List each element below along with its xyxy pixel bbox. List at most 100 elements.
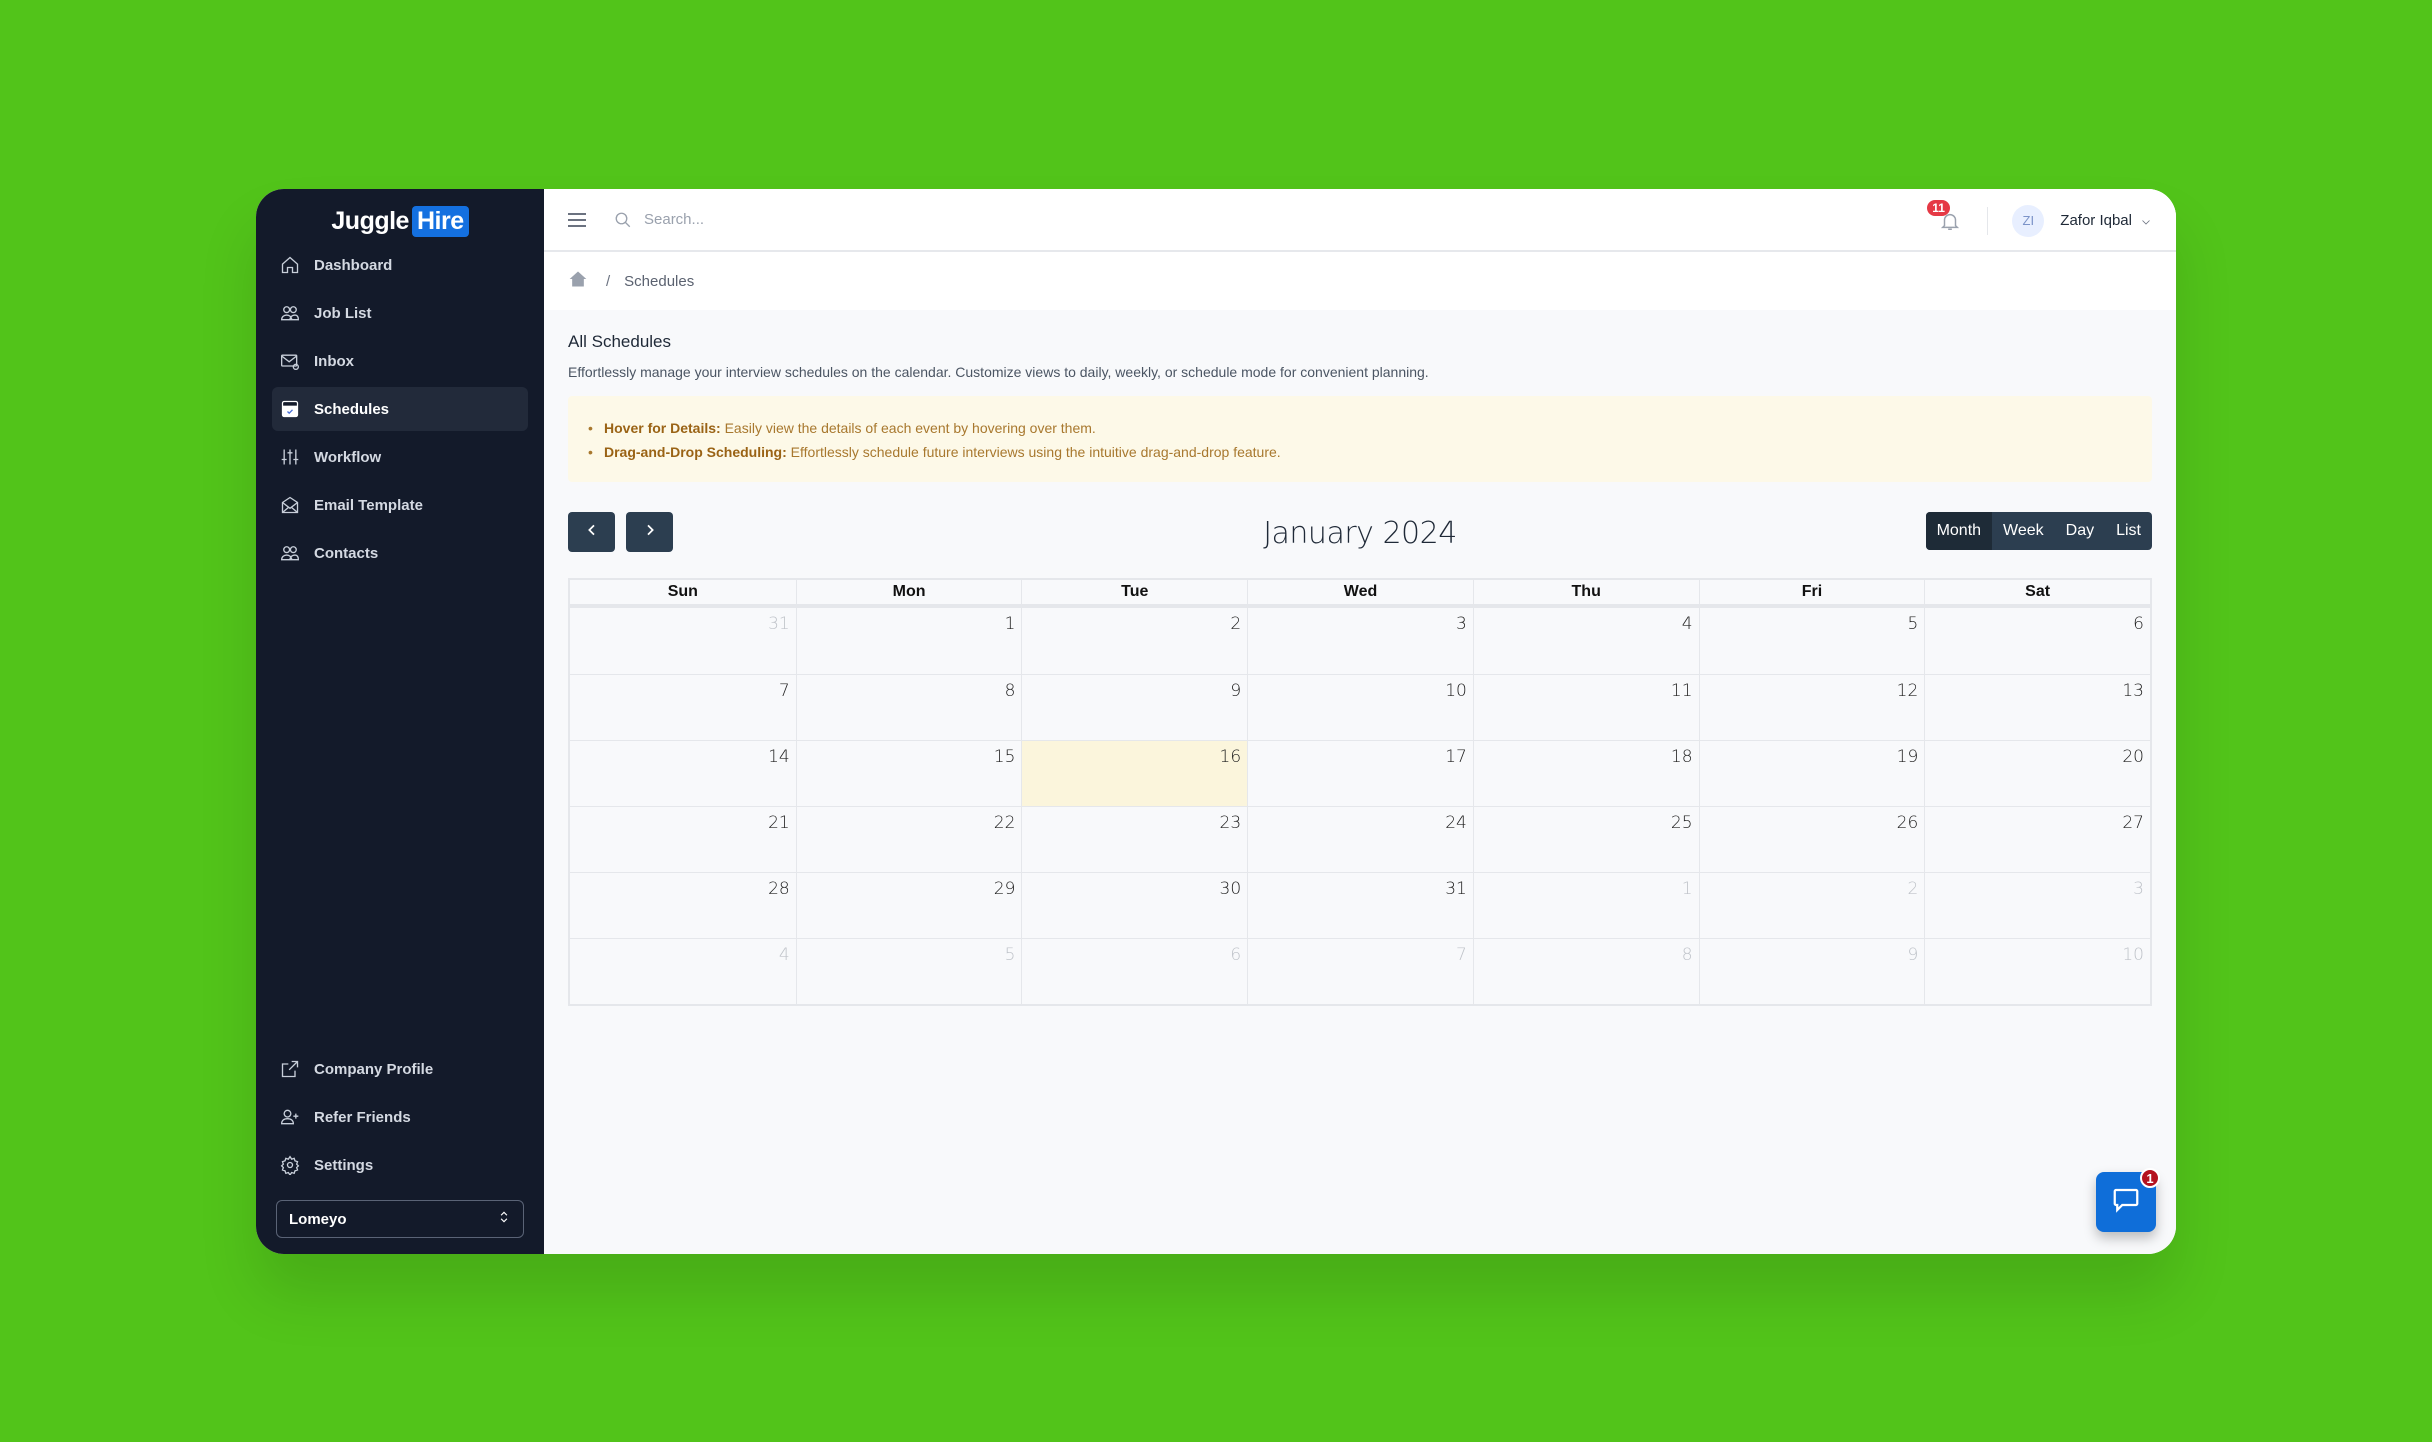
sidebar-item-label: Inbox xyxy=(314,352,354,370)
calendar-day[interactable]: 12 xyxy=(1698,674,1925,740)
calendar-day[interactable]: 6 xyxy=(1924,608,2150,674)
day-number: 8 xyxy=(1004,681,1016,701)
calendar-day[interactable]: 8 xyxy=(795,674,1022,740)
calendar-day[interactable]: 17 xyxy=(1247,740,1473,806)
calendar-day[interactable]: 4 xyxy=(1472,608,1699,674)
day-number: 2 xyxy=(1907,879,1919,899)
user-menu[interactable]: ZI Zafor Iqbal xyxy=(2012,204,2152,237)
mail-open-icon xyxy=(280,495,300,515)
sidebar-nav: Dashboard Job List Inbox Schedules Workf… xyxy=(272,243,528,579)
day-number: 6 xyxy=(1230,945,1242,965)
day-number: 7 xyxy=(1456,945,1467,965)
view-month-button[interactable]: Month xyxy=(1925,512,1993,550)
calendar-day[interactable]: 30 xyxy=(1021,872,1248,938)
weekday-label: Mon xyxy=(795,580,1022,604)
chat-button[interactable]: 1 xyxy=(2096,1168,2160,1232)
tip-title: Drag-and-Drop Scheduling: xyxy=(604,444,787,460)
calendar-day[interactable]: 26 xyxy=(1698,806,1925,872)
calendar-day[interactable]: 11 xyxy=(1472,674,1699,740)
calendar-day[interactable]: 14 xyxy=(570,740,796,806)
day-number: 22 xyxy=(993,813,1016,833)
logo-text: Juggle xyxy=(331,207,409,235)
sidebar-item-company-profile[interactable]: Company Profile xyxy=(272,1047,528,1091)
calendar-day[interactable]: 31 xyxy=(1247,872,1473,938)
calendar-day[interactable]: 13 xyxy=(1924,674,2150,740)
calendar-day-today[interactable]: 16 xyxy=(1021,740,1248,806)
tip-item: Drag-and-Drop Scheduling: Effortlessly s… xyxy=(588,440,2128,464)
calendar-day[interactable]: 31 xyxy=(570,608,796,674)
sidebar-item-settings[interactable]: Settings xyxy=(272,1143,528,1187)
calendar-day[interactable]: 9 xyxy=(1698,938,1925,1004)
sidebar-item-schedules[interactable]: Schedules xyxy=(272,387,528,431)
day-number: 8 xyxy=(1681,945,1693,965)
calendar-day[interactable]: 5 xyxy=(1698,608,1925,674)
calendar-day[interactable]: 23 xyxy=(1021,806,1248,872)
calendar-day[interactable]: 1 xyxy=(1472,872,1699,938)
view-list-button[interactable]: List xyxy=(2105,512,2152,550)
view-day-button[interactable]: Day xyxy=(2055,512,2105,550)
month-calendar: Sun Mon Tue Wed Thu Fri Sat 31 1 2 3 4 5 6 7 8 9 10 11 12 1… xyxy=(568,578,2152,1006)
sidebar-item-label: Job List xyxy=(314,304,372,322)
calendar-toolbar: January 2024 Month Week Day List xyxy=(568,512,2152,552)
page-title: All Schedules xyxy=(568,332,672,351)
calendar-day[interactable]: 3 xyxy=(1924,872,2150,938)
calendar-day[interactable]: 3 xyxy=(1247,608,1473,674)
sidebar-item-job-list[interactable]: Job List xyxy=(272,291,528,335)
sidebar-item-label: Settings xyxy=(314,1156,374,1174)
day-number: 26 xyxy=(1896,813,1919,833)
tip-item: Hover for Details: Easily view the detai… xyxy=(588,416,2128,440)
logo[interactable]: Juggle Hire xyxy=(256,206,544,237)
day-number: 31 xyxy=(768,614,790,634)
sidebar-item-contacts[interactable]: Contacts xyxy=(272,531,528,575)
calendar-day[interactable]: 24 xyxy=(1247,806,1473,872)
day-number: 9 xyxy=(1907,945,1919,965)
calendar-day[interactable]: 25 xyxy=(1472,806,1699,872)
calendar-day[interactable]: 15 xyxy=(795,740,1022,806)
sidebar-item-refer-friends[interactable]: Refer Friends xyxy=(272,1095,528,1139)
sidebar-item-label: Refer Friends xyxy=(314,1108,411,1126)
calendar-day[interactable]: 20 xyxy=(1924,740,2150,806)
sidebar: Juggle Hire Dashboard Job List Inbox Sch… xyxy=(256,189,544,1254)
sidebar-item-dashboard[interactable]: Dashboard xyxy=(272,243,528,287)
weekday-label: Sun xyxy=(667,583,698,600)
calendar-day[interactable]: 21 xyxy=(570,806,796,872)
calendar-day[interactable]: 7 xyxy=(570,674,796,740)
calendar-title: January 2024 xyxy=(1263,516,1457,551)
sidebar-item-workflow[interactable]: Workflow xyxy=(272,435,528,479)
calendar-day[interactable]: 10 xyxy=(1924,938,2150,1004)
chat-bubble-icon xyxy=(2111,1185,2141,1220)
weekday-label: Tue xyxy=(1021,580,1247,604)
sidebar-item-label: Contacts xyxy=(314,544,379,562)
calendar-day[interactable]: 29 xyxy=(795,872,1022,938)
calendar-day[interactable]: 2 xyxy=(1021,608,1247,674)
calendar-day[interactable]: 27 xyxy=(1924,806,2150,872)
calendar-day[interactable]: 28 xyxy=(570,872,796,938)
calendar-day[interactable]: 6 xyxy=(1021,938,1248,1004)
calendar-day[interactable]: 2 xyxy=(1698,872,1925,938)
calendar-day[interactable]: 9 xyxy=(1021,674,1248,740)
weekday-header: Sun Mon Tue Wed Thu Fri Sat xyxy=(570,580,2150,608)
search-input[interactable] xyxy=(644,211,1044,228)
calendar-day[interactable]: 7 xyxy=(1247,938,1473,1004)
sidebar-item-label: Workflow xyxy=(314,448,382,466)
calendar-day[interactable]: 22 xyxy=(795,806,1022,872)
calendar-day[interactable]: 8 xyxy=(1472,938,1699,1004)
calendar-day[interactable]: 5 xyxy=(795,938,1022,1004)
day-number: 16 xyxy=(1219,747,1242,767)
sidebar-bottom-nav: Company Profile Refer Friends Settings xyxy=(272,1047,528,1191)
menu-toggle-icon[interactable] xyxy=(568,212,586,227)
organization-select[interactable]: Lomeyo xyxy=(276,1200,524,1238)
calendar-day[interactable]: 10 xyxy=(1247,674,1473,740)
sidebar-item-email-template[interactable]: Email Template xyxy=(272,483,528,527)
calendar-day[interactable]: 1 xyxy=(795,608,1022,674)
view-switcher: Month Week Day List xyxy=(1925,512,2152,550)
notifications-button[interactable]: 11 xyxy=(1927,199,1961,232)
calendar-day[interactable]: 18 xyxy=(1472,740,1699,806)
calendar-day[interactable]: 19 xyxy=(1698,740,1925,806)
sidebar-item-inbox[interactable]: Inbox xyxy=(272,339,528,383)
day-number: 30 xyxy=(1219,879,1242,899)
home-icon[interactable] xyxy=(568,269,588,294)
view-week-button[interactable]: Week xyxy=(1992,512,2055,550)
day-number: 5 xyxy=(1907,614,1919,634)
calendar-day[interactable]: 4 xyxy=(570,938,796,1004)
